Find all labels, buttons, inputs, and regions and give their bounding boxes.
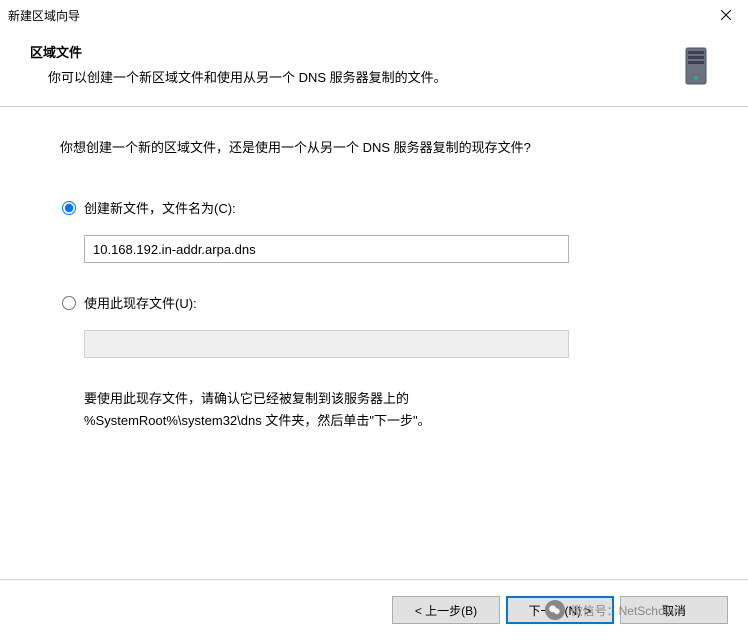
- radio-create-new[interactable]: [62, 201, 76, 215]
- radio-create-new-label[interactable]: 创建新文件，文件名为(C):: [84, 198, 236, 217]
- close-icon: [721, 10, 731, 20]
- radio-use-existing[interactable]: [62, 296, 76, 310]
- wizard-header: 区域文件 你可以创建一个新区域文件和使用从另一个 DNS 服务器复制的文件。: [0, 30, 748, 106]
- radio-use-existing-label[interactable]: 使用此现存文件(U):: [84, 293, 197, 312]
- wizard-content: 你想创建一个新的区域文件，还是使用一个从另一个 DNS 服务器复制的现存文件? …: [0, 107, 748, 452]
- existing-filename-input: [84, 330, 569, 358]
- close-button[interactable]: [703, 0, 748, 30]
- note-line1: 要使用此现存文件，请确认它已经被复制到该服务器上的: [84, 388, 688, 410]
- radio-group: 创建新文件，文件名为(C): 使用此现存文件(U): 要使用此现存文件，请确认它…: [62, 198, 688, 432]
- question-label: 你想创建一个新的区域文件，还是使用一个从另一个 DNS 服务器复制的现存文件?: [60, 137, 688, 156]
- next-button[interactable]: 下一步(N) >: [506, 596, 614, 624]
- window-title: 新建区域向导: [8, 7, 80, 24]
- server-icon: [672, 42, 720, 90]
- cancel-button[interactable]: 取消: [620, 596, 728, 624]
- page-subtitle: 你可以创建一个新区域文件和使用从另一个 DNS 服务器复制的文件。: [30, 67, 672, 86]
- titlebar: 新建区域向导: [0, 0, 748, 30]
- filename-input[interactable]: [84, 235, 569, 263]
- note-line2: %SystemRoot%\system32\dns 文件夹，然后单击"下一步"。: [84, 410, 688, 432]
- button-bar: < 上一步(B) 下一步(N) > 取消: [0, 579, 748, 640]
- back-button[interactable]: < 上一步(B): [392, 596, 500, 624]
- page-title: 区域文件: [30, 42, 672, 61]
- note-text: 要使用此现存文件，请确认它已经被复制到该服务器上的 %SystemRoot%\s…: [84, 388, 688, 432]
